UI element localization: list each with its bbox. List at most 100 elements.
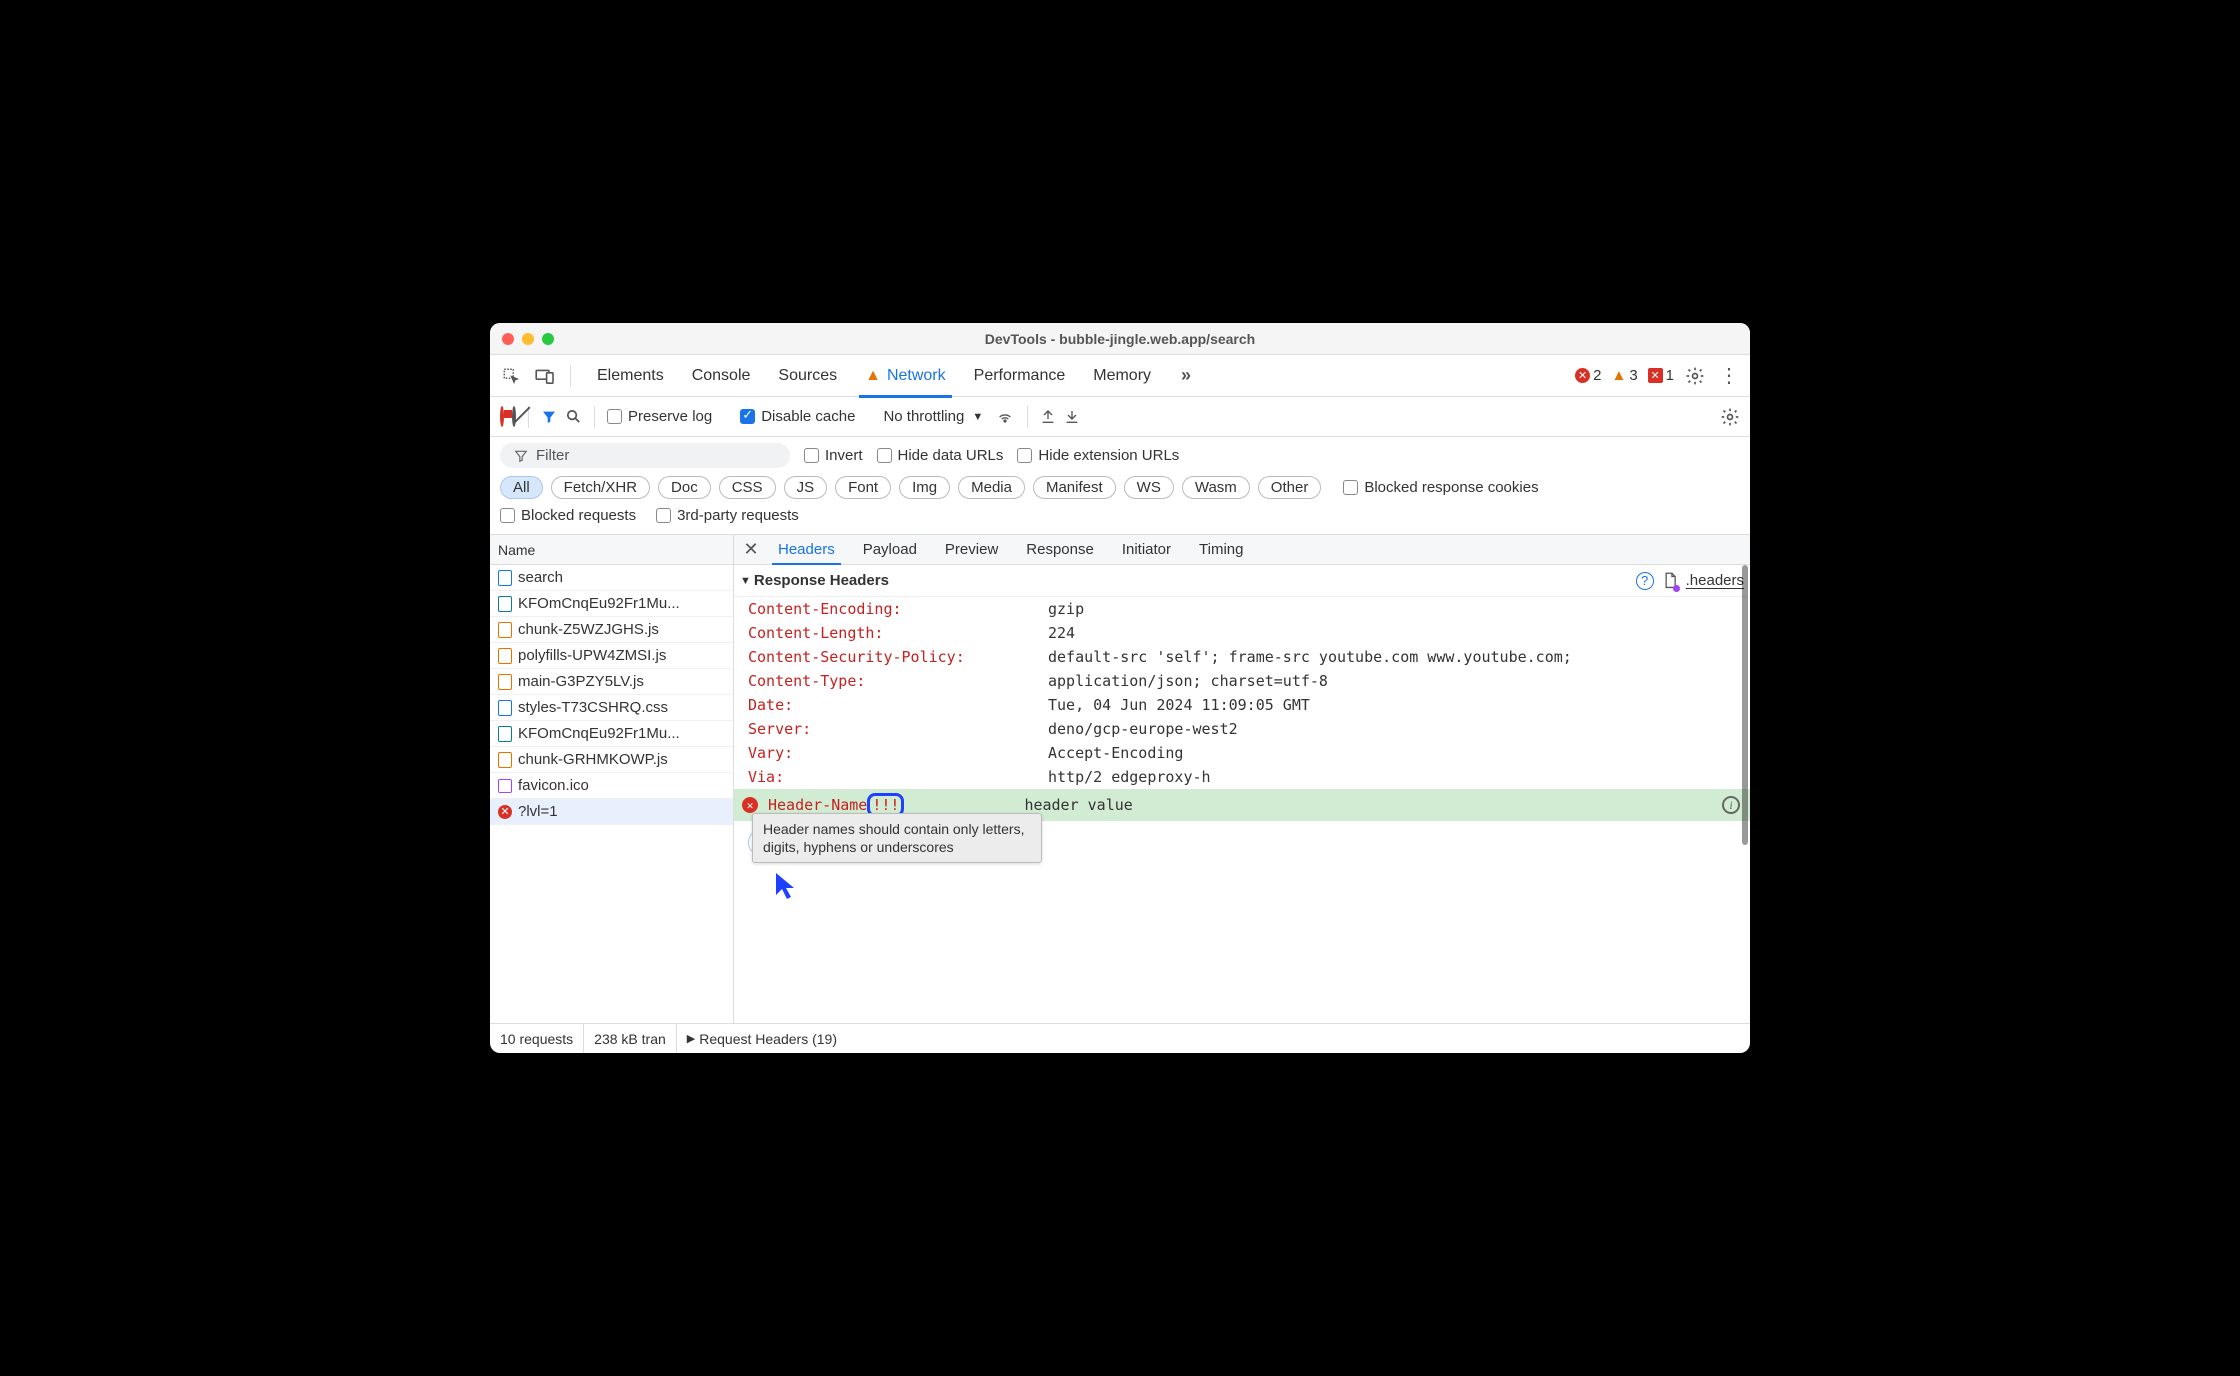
header-row: Content-Length:224 xyxy=(734,621,1750,645)
header-value: 224 xyxy=(1048,624,1075,642)
blocked-cookies-checkbox[interactable]: Blocked response cookies xyxy=(1343,479,1538,496)
blocked-requests-checkbox[interactable]: Blocked requests xyxy=(500,507,636,524)
header-row: Server:deno/gcp-europe-west2 xyxy=(734,717,1750,741)
disable-cache-checkbox[interactable]: Disable cache xyxy=(740,408,855,425)
filter-toggle-icon[interactable] xyxy=(541,409,557,425)
main-tab-performance[interactable]: Performance xyxy=(960,355,1080,397)
filter-pill-ws[interactable]: WS xyxy=(1124,476,1174,499)
header-value: application/json; charset=utf-8 xyxy=(1048,672,1328,690)
detail-tab-preview[interactable]: Preview xyxy=(931,535,1012,565)
download-har-icon[interactable] xyxy=(1064,408,1080,426)
request-row[interactable]: chunk-GRHMKOWP.js xyxy=(490,747,733,773)
filter-pill-all[interactable]: All xyxy=(500,476,543,499)
close-icon[interactable] xyxy=(502,333,514,345)
header-value: default-src 'self'; frame-src youtube.co… xyxy=(1048,648,1572,666)
headers-override-link[interactable]: .headers xyxy=(1686,572,1744,589)
filter-pill-font[interactable]: Font xyxy=(835,476,891,499)
response-headers-section[interactable]: ▼ Response Headers ? .headers xyxy=(734,565,1750,597)
request-name: ?lvl=1 xyxy=(518,803,558,820)
record-icon[interactable] xyxy=(500,408,504,425)
more-menu-icon[interactable]: ⋮ xyxy=(1716,363,1742,389)
filter-pill-fetchxhr[interactable]: Fetch/XHR xyxy=(551,476,650,499)
resource-type-pills: All Fetch/XHR Doc CSS JS Font Img Media Manifest… xyxy=(500,476,1740,499)
doc-file-icon xyxy=(498,570,512,586)
header-row: Content-Encoding:gzip xyxy=(734,597,1750,621)
traffic-lights xyxy=(490,333,554,345)
request-row[interactable]: KFOmCnqEu92Fr1Mu... xyxy=(490,721,733,747)
info-icon[interactable]: i xyxy=(1722,796,1740,814)
zoom-icon[interactable] xyxy=(542,333,554,345)
request-row[interactable]: favicon.ico xyxy=(490,773,733,799)
network-settings-icon[interactable] xyxy=(1720,407,1740,427)
warning-icon: ▲ xyxy=(865,367,881,385)
inspect-icon[interactable] xyxy=(498,363,524,389)
transfer-size: 238 kB tran xyxy=(584,1024,677,1053)
header-name: Content-Length: xyxy=(748,624,1048,642)
detail-tab-initiator[interactable]: Initiator xyxy=(1108,535,1185,565)
header-value: http/2 edgeproxy-h xyxy=(1048,768,1211,786)
main-tab-sources[interactable]: Sources xyxy=(764,355,851,397)
main-tab-console[interactable]: Console xyxy=(678,355,765,397)
filter-pill-doc[interactable]: Doc xyxy=(658,476,711,499)
help-icon[interactable]: ? xyxy=(1636,572,1654,590)
request-detail-panel: ✕ HeadersPayloadPreviewResponseInitiator… xyxy=(734,535,1750,1023)
minimize-icon[interactable] xyxy=(522,333,534,345)
clear-icon[interactable] xyxy=(512,408,516,425)
requests-column-header[interactable]: Name xyxy=(490,535,733,565)
detail-tab-timing[interactable]: Timing xyxy=(1185,535,1257,565)
scrollbar[interactable] xyxy=(1742,535,1748,1023)
err-file-icon: ✕ xyxy=(498,805,512,819)
remove-header-icon[interactable]: ✕ xyxy=(742,797,758,813)
main-tab-memory[interactable]: Memory xyxy=(1079,355,1165,397)
request-row[interactable]: ✕ ?lvl=1 xyxy=(490,799,733,825)
close-detail-icon[interactable]: ✕ xyxy=(738,539,764,560)
filter-pill-img[interactable]: Img xyxy=(899,476,950,499)
search-icon[interactable] xyxy=(565,408,582,425)
request-row[interactable]: search xyxy=(490,565,733,591)
upload-har-icon[interactable] xyxy=(1040,408,1056,426)
thirdparty-requests-checkbox[interactable]: 3rd-party requests xyxy=(656,507,799,524)
funnel-icon xyxy=(514,449,528,463)
preserve-log-checkbox[interactable]: Preserve log xyxy=(607,408,712,425)
main-tab-elements[interactable]: Elements xyxy=(583,355,678,397)
filter-input[interactable]: Filter xyxy=(500,443,790,468)
request-row[interactable]: styles-T73CSHRQ.css xyxy=(490,695,733,721)
main-tab-network[interactable]: ▲Network xyxy=(851,355,960,397)
issue-count: 1 xyxy=(1666,367,1674,384)
custom-header-name[interactable]: Header-Name xyxy=(768,796,867,814)
filter-pill-media[interactable]: Media xyxy=(958,476,1025,499)
request-row[interactable]: chunk-Z5WZJGHS.js xyxy=(490,617,733,643)
request-row[interactable]: polyfills-UPW4ZMSI.js xyxy=(490,643,733,669)
status-counts[interactable]: ✕2 ▲3 ✕1 xyxy=(1575,367,1674,384)
hide-extension-urls-checkbox[interactable]: Hide extension URLs xyxy=(1017,447,1179,464)
filter-pill-other[interactable]: Other xyxy=(1258,476,1322,499)
header-row: Date:Tue, 04 Jun 2024 11:09:05 GMT xyxy=(734,693,1750,717)
more-tabs-icon[interactable]: » xyxy=(1173,363,1199,389)
device-toolbar-icon[interactable] xyxy=(532,363,558,389)
filter-pill-wasm[interactable]: Wasm xyxy=(1182,476,1250,499)
request-list[interactable]: searchKFOmCnqEu92Fr1Mu...chunk-Z5WZJGHS.… xyxy=(490,565,733,1023)
filter-pill-manifest[interactable]: Manifest xyxy=(1033,476,1116,499)
filter-pill-js[interactable]: JS xyxy=(784,476,828,499)
invert-checkbox[interactable]: Invert xyxy=(804,447,863,464)
header-name: Vary: xyxy=(748,744,1048,762)
settings-icon[interactable] xyxy=(1682,363,1708,389)
header-value: deno/gcp-europe-west2 xyxy=(1048,720,1238,738)
request-name: KFOmCnqEu92Fr1Mu... xyxy=(518,725,680,742)
network-body: Name searchKFOmCnqEu92Fr1Mu...chunk-Z5WZ… xyxy=(490,535,1750,1023)
network-conditions-icon[interactable] xyxy=(995,409,1015,425)
hide-data-urls-checkbox[interactable]: Hide data URLs xyxy=(877,447,1004,464)
request-row[interactable]: KFOmCnqEu92Fr1Mu... xyxy=(490,591,733,617)
filter-pill-css[interactable]: CSS xyxy=(719,476,776,499)
chevron-down-icon: ▼ xyxy=(972,411,983,423)
request-row[interactable]: main-G3PZY5LV.js xyxy=(490,669,733,695)
separator xyxy=(570,365,571,387)
throttling-select[interactable]: No throttling ▼ xyxy=(879,408,987,425)
detail-tab-headers[interactable]: Headers xyxy=(764,535,849,565)
header-row: Via:http/2 edgeproxy-h xyxy=(734,765,1750,789)
override-file-icon[interactable] xyxy=(1662,572,1678,590)
detail-tab-payload[interactable]: Payload xyxy=(849,535,931,565)
request-headers-section[interactable]: ▶ Request Headers (19) xyxy=(677,1024,847,1053)
detail-tab-response[interactable]: Response xyxy=(1012,535,1108,565)
custom-header-value[interactable]: header value xyxy=(1024,796,1132,814)
